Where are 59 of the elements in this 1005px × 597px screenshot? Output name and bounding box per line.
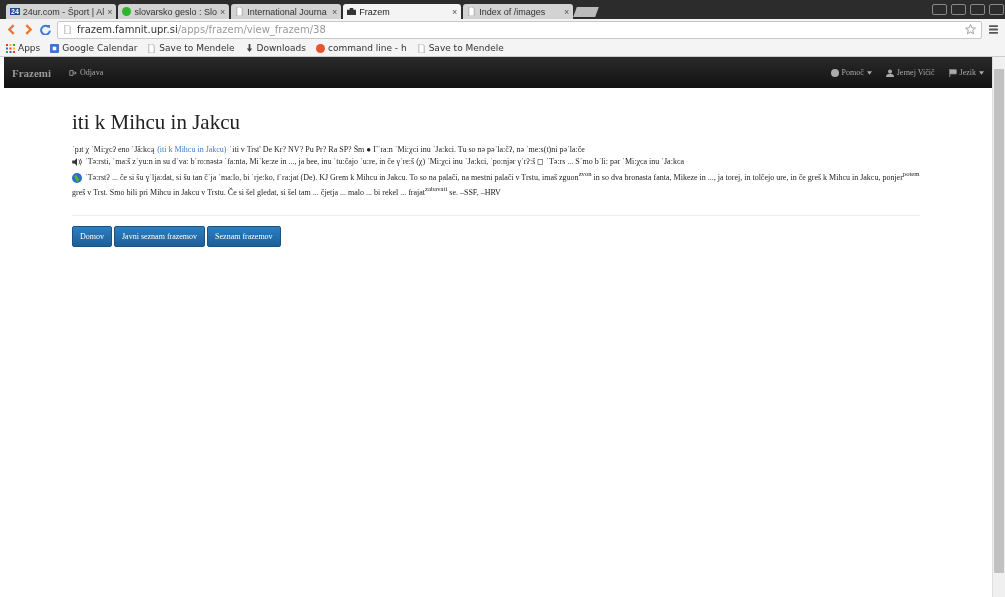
logout-link[interactable]: Odjava [69, 68, 104, 77]
nav-button[interactable]: Javni seznam frazemov [114, 226, 206, 248]
bookmark[interactable]: Apps [6, 43, 41, 53]
speaker-icon[interactable] [72, 158, 82, 166]
close-button[interactable] [989, 4, 1004, 15]
phonetic-text: ˈiti v Trst' De Kr? NV? Pu Pr? Ra SP? Šm ● Γˈraːn ˈMiːχci inu ˈJaːkci. Tu so nə pəˈlaːčʔ, nə ˈmeːs(t)ni pəˈlaːče [229, 144, 585, 156]
page-icon [63, 25, 72, 34]
page-title: iti k Mihcu in Jakcu [72, 110, 241, 135]
brand-link[interactable]: Frazemi [12, 66, 52, 79]
browser-tab[interactable]: slovarsko geslo : Slo × [118, 4, 230, 19]
close-icon[interactable]: × [564, 6, 570, 17]
new-tab-button[interactable] [573, 7, 600, 17]
browser-tab[interactable]: International Journa × [231, 4, 342, 19]
phonetic-text: ˈTəːrsti, ˈmaːš zˈyuːn in su dˈvaː bˈroːnəstə ˈfaːnta, Miˈkeːze in ..., ja bee, inu ˈtuːčajo ˈuːre, in če γˈreːš (χ) ˈMiːχci inu ˈJaːkci, ˈpoːnjər γˈrʔːš ◻ ˈTəːrs ... Sˈmo bˈliː pər ˈMiːχca inu ˈJaːkca [85, 156, 684, 168]
forward-icon[interactable] [23, 24, 34, 35]
nav-button[interactable]: Seznam frazemov [207, 226, 281, 248]
example-text: ˈTəːrstʔ ... če si šu ɣˈljaːdat, si šu tan čˈja ˈmaːlo, bi ˈrjeːko, fˈraːjat (De). KJ Grem k Mihcu in Jakcu. To so na palači, na mestni palači v Trstu, imaš zguon$^{zvon}$ in so dva bronasta fanta, Mikeze in ..., ja torej, in tolčejo ure, in če greš k Mihcu in Jakcu, ponjer$^{potem}$ greš v Trst. Smo bili pri Mihcu in Jakcu v Trstu. Če si šel gledat, si šel tam ... čjetja ... malo ... bi rekel ... frajat$^{zabavati}$ se. –SSF, –HRV [72, 169, 920, 200]
round-logo-icon [315, 43, 325, 53]
minimize-button[interactable] [951, 4, 966, 15]
grid-icon [6, 43, 15, 53]
close-icon[interactable]: × [220, 6, 226, 17]
tab-title: Index of /images [479, 6, 547, 17]
browser-tab[interactable]: Index of /images × [463, 4, 574, 19]
phrase-link[interactable]: (iti k Mihcu in Jakcu) [157, 144, 227, 156]
help-icon [830, 68, 839, 77]
url-text: frazem.famnit.upr.si/apps/frazem/view_frazem/38 [77, 24, 326, 35]
briefcase-icon [347, 7, 357, 16]
browser-tab[interactable]: Frazem × [343, 4, 462, 19]
menu-icon[interactable] [988, 24, 999, 35]
flag-icon [948, 68, 957, 77]
dot-icon [122, 7, 132, 16]
page-icon [467, 7, 477, 16]
reload-icon[interactable] [40, 24, 51, 35]
tab-title: Frazem [359, 6, 391, 17]
close-icon[interactable]: × [452, 6, 458, 17]
bookmark-label: Downloads [256, 43, 306, 53]
star-icon[interactable] [965, 24, 976, 35]
page-icon [147, 43, 157, 53]
tab-title: International Journa [247, 6, 328, 17]
nav-menu[interactable]: Pomoč [830, 68, 872, 77]
nav-button[interactable]: Domov [72, 226, 112, 248]
tab-title: slovarsko geslo : Slo [134, 6, 217, 17]
page-icon [416, 43, 426, 53]
phonetic-text: ˈpɹt χ ˈMiːχcʔ eno ˈJǎːkcą [72, 144, 155, 156]
globe-icon [72, 172, 82, 183]
scrollbar[interactable] [992, 57, 1005, 597]
bookmark[interactable]: Downloads [244, 43, 306, 53]
address-bar[interactable]: frazem.famnit.upr.si/apps/frazem/view_frazem/38 [57, 20, 982, 39]
page-icon [235, 7, 245, 16]
back-icon[interactable] [6, 24, 17, 35]
bookmark-label: Apps [18, 43, 41, 53]
nav-menu[interactable]: Jezik [948, 68, 984, 77]
nav-menu[interactable]: Jernej Vičič [885, 68, 935, 77]
logout-icon [69, 68, 78, 77]
close-icon[interactable]: × [107, 6, 113, 17]
restore-button[interactable] [970, 4, 985, 15]
tab-title: 24ur.com - Šport | Al [22, 6, 105, 17]
calendar-icon [50, 43, 60, 53]
close-icon[interactable]: × [332, 6, 338, 17]
